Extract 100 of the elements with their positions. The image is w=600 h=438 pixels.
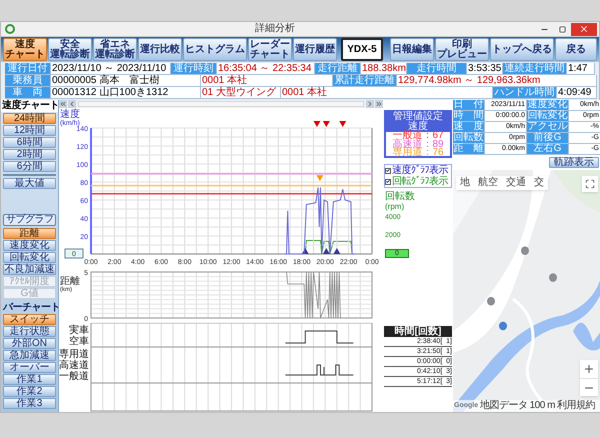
triangle-marker xyxy=(322,248,330,254)
side-button[interactable]: スイッチ xyxy=(3,314,56,325)
plus-icon xyxy=(583,363,595,375)
step-line xyxy=(284,330,354,344)
field-label: 走行距離 xyxy=(315,63,361,75)
field-value: 16:35:04 ～ 22:35:34 xyxy=(217,63,315,75)
field-label: 累計走行距離 xyxy=(333,75,397,87)
last-icon[interactable] xyxy=(375,100,383,108)
step-line xyxy=(284,364,354,376)
field-label: 日 付 xyxy=(453,100,485,111)
side-button[interactable]: 作業1 xyxy=(3,374,56,385)
side-button[interactable]: 12時間 xyxy=(3,125,56,136)
checkmark-icon xyxy=(386,168,390,173)
triangle-marker xyxy=(322,121,330,127)
field-value: 4:09:49 xyxy=(557,87,597,99)
side-button[interactable]: オーバー xyxy=(3,362,56,373)
field-label: 乗務員 xyxy=(5,75,51,87)
subgraph-button[interactable]: サブグラフ xyxy=(3,214,56,226)
axis-title: 速度 xyxy=(60,109,80,120)
side-button[interactable]: 速度変化 xyxy=(3,240,56,251)
toolbar-button[interactable]: YDX-5 xyxy=(341,38,383,61)
triangle-marker xyxy=(313,121,320,127)
field-value: 3:53:35 xyxy=(467,63,503,75)
toolbar-button[interactable]: トップへ戻る xyxy=(490,38,554,61)
fullscreen-icon xyxy=(585,179,595,189)
close-button[interactable] xyxy=(571,22,597,36)
panel-heading: バーチャート xyxy=(3,302,56,314)
field-value: 00000005 高本 富士樹 xyxy=(51,75,201,87)
field-label: 時 間 xyxy=(453,111,485,122)
map-type-button[interactable]: 地 xyxy=(456,176,474,190)
triangle-marker xyxy=(302,248,309,254)
legend-title: 管理値設定 xyxy=(386,112,450,122)
side-button[interactable]: 2時間 xyxy=(3,149,56,160)
toolbar-button[interactable]: 日報編集 xyxy=(390,38,434,61)
row-label: 実車 xyxy=(69,324,89,336)
toolbar-button[interactable]: 速度 チャート xyxy=(3,38,47,61)
next-icon[interactable] xyxy=(366,100,374,108)
legend-item: 高速道：89 xyxy=(392,140,444,149)
row-label: 一般道 xyxy=(59,370,89,382)
row-label: 空車 xyxy=(69,336,89,347)
legend-item: 専用道：76 xyxy=(392,149,444,158)
first-icon[interactable] xyxy=(59,100,67,108)
checkbox[interactable] xyxy=(385,168,391,174)
ring-icon xyxy=(5,24,15,34)
side-button[interactable]: 回転変化 xyxy=(3,252,56,263)
side-button[interactable]: 作業3 xyxy=(3,398,56,409)
side-button[interactable]: 走行状態 xyxy=(3,326,56,337)
table-header: 時間[回数] xyxy=(384,326,452,337)
field-label: 走行時間 xyxy=(407,63,467,75)
toolbar-button[interactable]: 省エネ 運転診断 xyxy=(93,38,137,61)
map-attribution[interactable]: 地図データ xyxy=(480,400,528,412)
map-type-button[interactable]: 交通 xyxy=(502,176,530,190)
map-type-button[interactable]: 航空 xyxy=(474,176,502,190)
field-value: 0001 本社 xyxy=(201,75,333,87)
previous-icon[interactable] xyxy=(68,100,76,108)
side-button[interactable]: 作業2 xyxy=(3,386,56,397)
checkbox-label: 速度ｸﾞﾗﾌ表示 xyxy=(392,166,448,176)
checkmark-icon xyxy=(386,179,390,184)
field-label: ハンドル時間 xyxy=(493,87,557,99)
side-button[interactable]: 距離 xyxy=(3,228,56,239)
field-label: 左右G xyxy=(527,144,569,155)
triangle-marker xyxy=(316,175,324,182)
field-label: 車 両 xyxy=(5,87,51,99)
side-button[interactable]: 不良加減速 xyxy=(3,264,56,275)
axis-title: 距離 xyxy=(60,276,80,287)
maximize-icon xyxy=(558,26,566,32)
map-attribution[interactable]: 100 m xyxy=(530,400,555,412)
row-label: 専用道 xyxy=(59,348,89,360)
toolbar-button[interactable]: レーダー チャート xyxy=(248,38,292,61)
field-label: 速 度 xyxy=(453,122,485,133)
field-value: 00001312 山口100き1312 xyxy=(51,87,201,99)
field-value: 188.38km xyxy=(361,63,407,75)
side-button[interactable]: 最大値 xyxy=(3,178,56,189)
map-attribution[interactable]: 利用規約 xyxy=(556,400,595,412)
panel-heading: 速度チャート xyxy=(1,100,58,112)
field-label: 距 離 xyxy=(453,144,485,155)
side-button[interactable]: 外部ON xyxy=(3,338,56,349)
close-icon xyxy=(579,24,589,34)
toolbar-button[interactable]: ヒストグラム xyxy=(183,38,247,61)
side-button[interactable]: 6分間 xyxy=(3,161,56,172)
side-button[interactable]: 24時間 xyxy=(3,113,56,124)
legend-item: 一般道：67 xyxy=(392,132,444,140)
toolbar-button[interactable]: 戻る xyxy=(555,38,597,61)
toolbar-button[interactable]: 安全 運転診断 xyxy=(48,38,92,61)
side-button[interactable]: 急加減速 xyxy=(3,350,56,361)
triangle-marker xyxy=(333,248,340,254)
field-value: 2023/11/10 ～ 2023/11/10 xyxy=(51,63,171,75)
toolbar-button[interactable]: 運行比較 xyxy=(138,38,182,61)
axis-unit: (rpm) xyxy=(384,202,406,212)
axis-title: 回転数 xyxy=(384,192,416,202)
fullscreen-button[interactable] xyxy=(582,176,598,192)
map-type-button[interactable]: 交 xyxy=(530,176,548,190)
field-label: 回転変化 xyxy=(527,111,569,122)
checkbox[interactable] xyxy=(385,178,391,184)
track-button[interactable]: 軌跡表示 xyxy=(549,157,599,168)
triangle-marker xyxy=(339,121,346,127)
side-button[interactable]: 6時間 xyxy=(3,137,56,148)
toolbar-button[interactable]: 印刷 プレビュー xyxy=(435,38,489,61)
toolbar-button[interactable]: 運行履歴 xyxy=(293,38,337,61)
field-label: 回転数 xyxy=(453,133,485,144)
